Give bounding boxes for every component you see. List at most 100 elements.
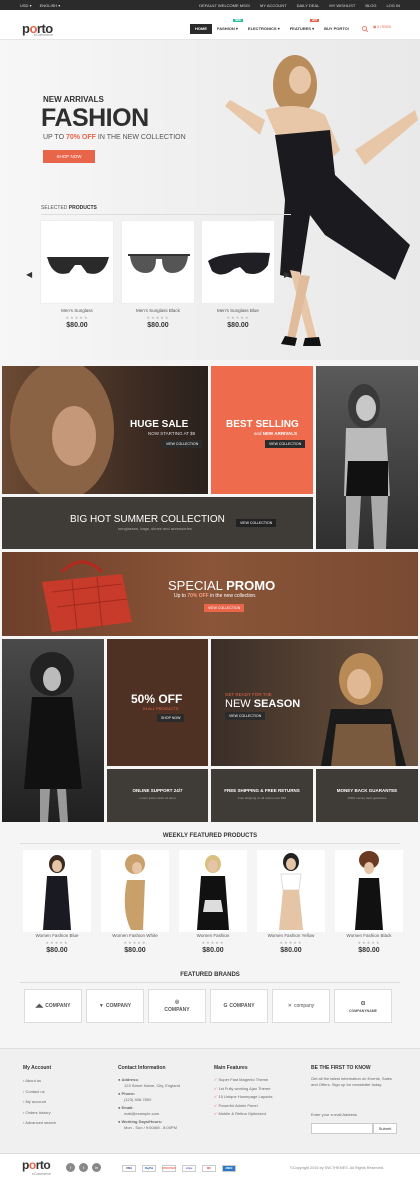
brand-logo[interactable]: ▼ COMPANY bbox=[86, 989, 144, 1023]
address-value: 123 Street Name, City, England bbox=[124, 1082, 180, 1088]
product-card[interactable] bbox=[201, 220, 275, 304]
linkedin-icon[interactable]: in bbox=[92, 1163, 101, 1172]
brand-logo[interactable]: ◎ COMPANY bbox=[148, 989, 206, 1023]
footer-link-label: My account bbox=[25, 1099, 46, 1104]
product-card[interactable] bbox=[121, 220, 195, 304]
shop-now-button[interactable]: SHOP NOW bbox=[43, 150, 95, 163]
product-card[interactable] bbox=[23, 850, 91, 932]
product-image bbox=[355, 851, 383, 930]
footer-link[interactable]: › Orders history bbox=[23, 1108, 56, 1119]
address-label: Address: bbox=[121, 1077, 139, 1082]
cart-button[interactable]: ▣ 0 ITEMS bbox=[373, 25, 391, 29]
product-card[interactable] bbox=[335, 850, 403, 932]
next-arrow-icon[interactable]: ▶ bbox=[284, 270, 290, 279]
stripe-icon: stripe bbox=[182, 1165, 196, 1172]
product-name[interactable]: Men's Sunglass Black bbox=[121, 308, 195, 313]
footer-logo[interactable]: porto bbox=[22, 1158, 51, 1172]
login-link[interactable]: LOG IN bbox=[386, 3, 400, 8]
special-promo-button[interactable]: VIEW COLLECTION bbox=[204, 604, 245, 612]
prev-arrow-icon[interactable]: ◀ bbox=[26, 270, 32, 279]
product-name[interactable]: Women Fashion Yellow bbox=[254, 933, 328, 938]
nav-buy-label: BUY PORTO! bbox=[324, 26, 350, 31]
new-season-kicker: GET READY FOR THE bbox=[225, 692, 272, 697]
footer-link[interactable]: › About us bbox=[23, 1076, 56, 1087]
model-banner-2[interactable] bbox=[2, 639, 104, 822]
special-b: PROMO bbox=[226, 578, 276, 593]
wishlist-link[interactable]: MY WISHLIST bbox=[329, 3, 355, 8]
product-image bbox=[197, 855, 229, 930]
footer-account-title: My Account bbox=[23, 1065, 52, 1071]
feature-label: Super Fast Magento Theme bbox=[218, 1077, 269, 1082]
facebook-icon[interactable]: f bbox=[66, 1163, 75, 1172]
fifty-off-subtitle: IN ALL PRODUCTS bbox=[143, 706, 179, 711]
language-label: ENGLISH bbox=[39, 2, 58, 8]
product-name[interactable]: Men's Sunglass bbox=[40, 308, 114, 313]
huge-sale-banner[interactable] bbox=[2, 366, 208, 494]
nav-home[interactable]: HOME bbox=[190, 24, 212, 34]
footer-link-label: Contact us bbox=[25, 1088, 45, 1094]
best-selling-button[interactable]: VIEW COLLECTION bbox=[265, 440, 306, 448]
brand-logo[interactable]: G COMPANY bbox=[210, 989, 268, 1023]
product-name[interactable]: Women Fashion Black bbox=[332, 933, 406, 938]
email-value[interactable]: mail@example.com bbox=[118, 1111, 180, 1117]
search-icon[interactable] bbox=[362, 26, 368, 32]
model-banner[interactable] bbox=[316, 366, 418, 549]
my-account-link[interactable]: MY ACCOUNT bbox=[260, 3, 287, 8]
product-card[interactable] bbox=[101, 850, 169, 932]
newsletter-email-input[interactable] bbox=[311, 1123, 373, 1134]
nav-fashion-label: FASHION bbox=[217, 26, 235, 31]
best-selling-banner[interactable] bbox=[211, 366, 313, 494]
hours-value: Mon - Sun / 9:00AM - 8:00PM bbox=[124, 1124, 177, 1130]
nav-fashion[interactable]: FASHION ▾ NEW bbox=[212, 19, 243, 34]
currency-select[interactable]: USD ▾ bbox=[20, 3, 32, 8]
rating-stars: ★★★★★ bbox=[45, 940, 69, 945]
brand-logo[interactable]: ✕ company bbox=[272, 989, 330, 1023]
hot-badge: HOT bbox=[309, 19, 320, 22]
check-icon: ✓ bbox=[214, 1085, 218, 1091]
service-subtitle: Free shipping on all orders over $99 bbox=[237, 796, 287, 800]
product-card[interactable] bbox=[40, 220, 114, 304]
newsletter-submit-button[interactable]: Submit bbox=[373, 1123, 397, 1134]
nav-features-label: FEATURES bbox=[289, 26, 311, 31]
newsletter-label: Enter your e-mail Address bbox=[311, 1112, 358, 1117]
brand-icon: ɑ bbox=[360, 999, 366, 1007]
product-price: $80.00 bbox=[46, 947, 68, 954]
daily-deal-link[interactable]: DAILY DEAL bbox=[297, 3, 320, 8]
best-selling-title: BEST SELLING bbox=[226, 419, 299, 430]
sunglass-image bbox=[47, 257, 109, 274]
service-title: FREE SHIPPING & FREE RETURNS bbox=[224, 788, 300, 793]
brand-logo[interactable]: ɑ COMPANYNAME bbox=[334, 989, 392, 1023]
footer-link[interactable]: › Advanced search bbox=[23, 1118, 56, 1129]
brand-icon: ✕ bbox=[287, 1003, 292, 1009]
footer-link[interactable]: › My account bbox=[23, 1097, 56, 1108]
new-badge: NEW bbox=[233, 19, 243, 22]
season-b: SEASON bbox=[253, 698, 301, 710]
mastercard-icon: MC bbox=[202, 1165, 216, 1172]
huge-sale-button[interactable]: VIEW COLLECTION bbox=[162, 440, 203, 448]
hero-kicker: NEW ARRIVALS bbox=[43, 95, 104, 104]
nav-features[interactable]: FEATURES ▾ HOT bbox=[285, 19, 320, 34]
brand-logo[interactable]: ◢◣ COMPANY bbox=[24, 989, 82, 1023]
product-price: $80.00 bbox=[147, 322, 169, 329]
feature-item: ✓ Powerful Admin Panel bbox=[214, 1102, 273, 1111]
summer-button[interactable]: VIEW COLLECTION bbox=[236, 519, 277, 527]
product-card[interactable] bbox=[179, 850, 247, 932]
product-name[interactable]: Men's Sunglass Blue bbox=[201, 308, 275, 313]
product-card[interactable] bbox=[257, 850, 325, 932]
footer-link[interactable]: › Contact us bbox=[23, 1087, 56, 1098]
service-title: ONLINE SUPPORT 24/7 bbox=[132, 788, 183, 793]
product-name[interactable]: Women Fashion White bbox=[98, 933, 172, 938]
currency-label: USD bbox=[20, 2, 29, 8]
product-name[interactable]: Women Fashion Blue bbox=[20, 933, 94, 938]
fifty-off-button[interactable]: SHOP NOW bbox=[157, 714, 185, 722]
blog-link[interactable]: BLOG bbox=[365, 3, 376, 8]
language-select[interactable]: ENGLISH ▾ bbox=[40, 3, 61, 8]
nav-buy-porto[interactable]: BUY PORTO! bbox=[319, 24, 354, 34]
footer-contact-info: ● Address: 123 Street Name, City, Englan… bbox=[118, 1077, 180, 1130]
brand-name: COMPANY bbox=[229, 1003, 255, 1009]
product-image bbox=[279, 853, 303, 930]
twitter-icon[interactable]: t bbox=[79, 1163, 88, 1172]
nav-electronics[interactable]: ELECTRONICS ▾ bbox=[243, 24, 285, 34]
product-name[interactable]: Women Fashion bbox=[176, 933, 250, 938]
new-season-button[interactable]: VIEW COLLECTION bbox=[225, 712, 266, 720]
